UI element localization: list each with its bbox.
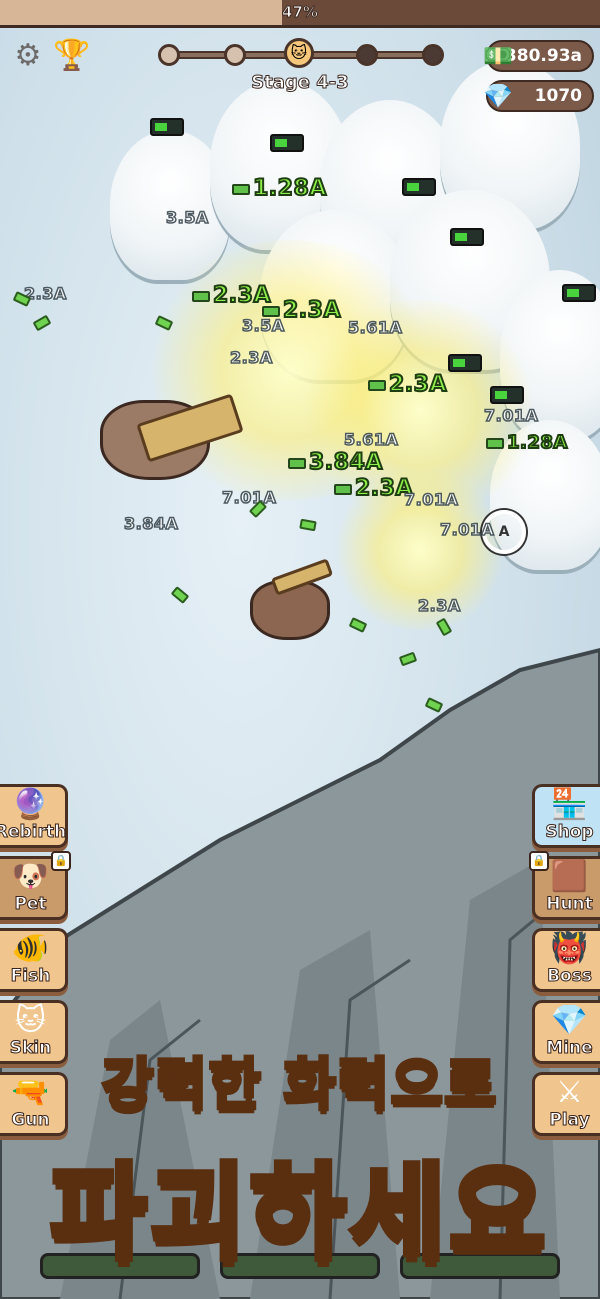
damage-number: 3.5A bbox=[165, 207, 209, 228]
tree-health-bar bbox=[450, 228, 484, 246]
tree-health-bar bbox=[150, 118, 184, 136]
damage-number: 5.61A bbox=[343, 429, 399, 450]
damage-number: 2.3A bbox=[23, 283, 67, 304]
cash-amount: 380.93a bbox=[504, 46, 582, 66]
fish-button[interactable]: 🐠 Fish bbox=[0, 928, 68, 992]
cash-icon bbox=[192, 290, 210, 302]
pet-icon: 🐶 bbox=[11, 859, 50, 894]
cash-icon bbox=[232, 183, 250, 195]
stage-node bbox=[224, 44, 246, 66]
gem-icon: 🔮 bbox=[11, 787, 50, 822]
rebirth-button[interactable]: 🔮 Rebirth bbox=[0, 784, 68, 848]
stage-node bbox=[356, 44, 378, 66]
damage-number: 3.84A bbox=[123, 513, 179, 534]
damage-number: 2.3A bbox=[229, 347, 273, 368]
damage-number: 7.01A bbox=[439, 519, 495, 540]
stage-node bbox=[422, 44, 444, 66]
tree-health-bar bbox=[402, 178, 436, 196]
shop-icon: 🏪 bbox=[550, 787, 589, 822]
diamond-icon: 💎 bbox=[483, 82, 513, 110]
current-stage-cat-icon: 🐱 bbox=[284, 38, 314, 68]
hunt-button[interactable]: 🔒 🟫 Hunt bbox=[529, 851, 600, 920]
settings-gear-icon[interactable]: ⚙ bbox=[8, 36, 48, 76]
damage-money-number: 2.3A bbox=[368, 371, 448, 398]
cash-icon bbox=[334, 483, 352, 495]
wave-progress-label: 47% bbox=[282, 3, 319, 22]
pet-button[interactable]: 🔒 🐶 Pet bbox=[0, 851, 71, 920]
lock-icon: 🔒 bbox=[51, 851, 71, 871]
cash-stack-icon: 💵 bbox=[483, 42, 513, 70]
damage-number: 7.01A bbox=[221, 487, 277, 508]
gem-counter[interactable]: 💎 1070 bbox=[483, 80, 594, 112]
rebirth-label: Rebirth bbox=[0, 822, 67, 843]
hunt-icon: 🟫 bbox=[550, 859, 589, 894]
damage-money-number: 2.3A bbox=[192, 282, 272, 309]
damage-money-number: 1.28A bbox=[232, 175, 327, 202]
tree-health-bar bbox=[448, 354, 482, 372]
stage-progress-track: 🐱 bbox=[158, 38, 444, 68]
damage-number: 2.3A bbox=[417, 595, 461, 616]
gem-amount: 1070 bbox=[534, 86, 582, 106]
damage-number: 7.01A bbox=[403, 489, 459, 510]
shop-label: Shop bbox=[545, 822, 594, 843]
boss-icon: 👹 bbox=[550, 931, 589, 966]
cash-icon bbox=[262, 305, 280, 317]
damage-money-number: 2.3A bbox=[334, 475, 414, 502]
wave-progress-bar: 47% bbox=[0, 0, 600, 28]
cash-icon bbox=[486, 437, 504, 449]
cat-skin-icon: 🐱 bbox=[14, 1003, 47, 1038]
shop-button[interactable]: 🏪 Shop bbox=[532, 784, 600, 848]
lock-icon: 🔒 bbox=[529, 851, 549, 871]
pet-label: Pet bbox=[14, 894, 47, 915]
boss-button[interactable]: 👹 Boss bbox=[532, 928, 600, 992]
tree-health-bar bbox=[562, 284, 596, 302]
tree-health-bar bbox=[270, 134, 304, 152]
tree-health-bar bbox=[490, 386, 524, 404]
stage-label: Stage 4-3 bbox=[251, 72, 350, 94]
stage-node bbox=[158, 44, 180, 66]
promo-headline-line1: 강력한 화력으로 bbox=[100, 1051, 499, 1120]
fish-icon: 🐠 bbox=[11, 931, 50, 966]
diamond-icon: 💎 bbox=[550, 1003, 589, 1038]
damage-number: 5.61A bbox=[347, 317, 403, 338]
damage-number: 7.01A bbox=[483, 405, 539, 426]
cash-icon bbox=[368, 379, 386, 391]
damage-number: 3.5A bbox=[241, 315, 285, 336]
damage-money-number: 1.28A bbox=[486, 431, 568, 454]
trophy-icon[interactable]: 🏆 bbox=[52, 36, 92, 76]
cash-icon bbox=[288, 457, 306, 469]
cash-counter: 💵 380.93a bbox=[483, 40, 594, 72]
promo-headline-line2: 파괴하세요 bbox=[48, 1149, 550, 1277]
fish-label: Fish bbox=[10, 966, 51, 987]
damage-money-number: 3.84A bbox=[288, 449, 383, 476]
boss-label: Boss bbox=[547, 966, 593, 987]
hunt-label: Hunt bbox=[546, 894, 594, 915]
